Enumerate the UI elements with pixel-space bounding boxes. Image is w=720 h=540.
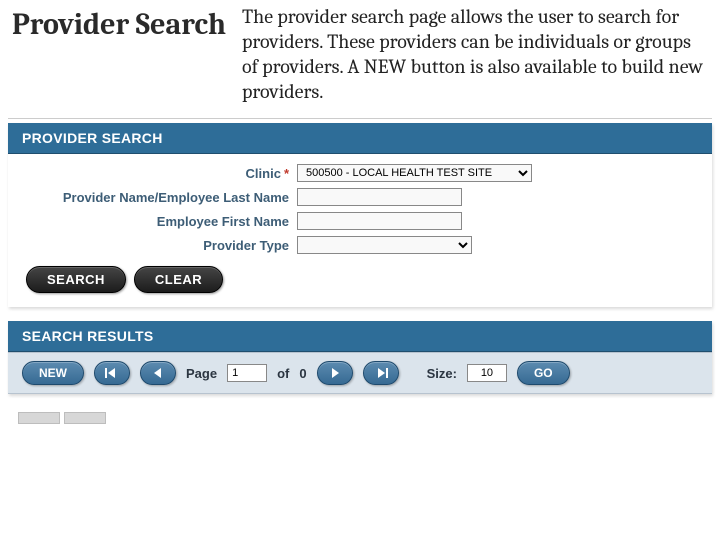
prev-page-icon (151, 368, 165, 378)
row-provider-type: Provider Type (22, 236, 698, 254)
size-input[interactable] (467, 364, 507, 382)
page-input[interactable] (227, 364, 267, 382)
required-mark: * (284, 166, 289, 181)
row-clinic: Clinic* 500500 - LOCAL HEALTH TEST SITE (22, 164, 698, 182)
search-results-header: SEARCH RESULTS (8, 321, 712, 352)
of-label: of (277, 366, 289, 381)
next-page-button[interactable] (317, 361, 353, 385)
prev-page-button[interactable] (140, 361, 176, 385)
select-clinic[interactable]: 500500 - LOCAL HEALTH TEST SITE (297, 164, 532, 182)
first-page-button[interactable] (94, 361, 130, 385)
row-first-name: Employee First Name (22, 212, 698, 230)
pager-bar: NEW Page of 0 (8, 352, 712, 394)
new-button[interactable]: NEW (22, 361, 84, 385)
search-button[interactable]: SEARCH (26, 266, 126, 293)
provider-search-header: PROVIDER SEARCH (8, 123, 712, 154)
clear-button[interactable]: CLEAR (134, 266, 223, 293)
label-clinic: Clinic* (22, 166, 297, 181)
bottom-tabs (8, 408, 712, 424)
last-page-icon (374, 368, 388, 378)
label-provider-type: Provider Type (22, 238, 297, 253)
provider-search-panel: PROVIDER SEARCH Clinic* 500500 - LOCAL H… (8, 123, 712, 307)
first-page-icon (105, 368, 119, 378)
label-first-name: Employee First Name (22, 214, 297, 229)
app-screenshot: PROVIDER SEARCH Clinic* 500500 - LOCAL H… (8, 118, 712, 424)
slide-description: The provider search page allows the user… (242, 0, 708, 104)
input-first-name[interactable] (297, 212, 462, 230)
size-label: Size: (427, 366, 457, 381)
input-provider-name[interactable] (297, 188, 462, 206)
search-results-panel: SEARCH RESULTS NEW Page of 0 (8, 321, 712, 394)
select-provider-type[interactable] (297, 236, 472, 254)
label-provider-name: Provider Name/Employee Last Name (22, 190, 297, 205)
row-provider-name: Provider Name/Employee Last Name (22, 188, 698, 206)
page-label: Page (186, 366, 217, 381)
total-pages: 0 (299, 366, 306, 381)
tab-stub-2 (64, 412, 106, 424)
go-button[interactable]: GO (517, 361, 570, 385)
next-page-icon (328, 368, 342, 378)
tab-stub-1 (18, 412, 60, 424)
slide-title: Provider Search (12, 0, 226, 41)
last-page-button[interactable] (363, 361, 399, 385)
